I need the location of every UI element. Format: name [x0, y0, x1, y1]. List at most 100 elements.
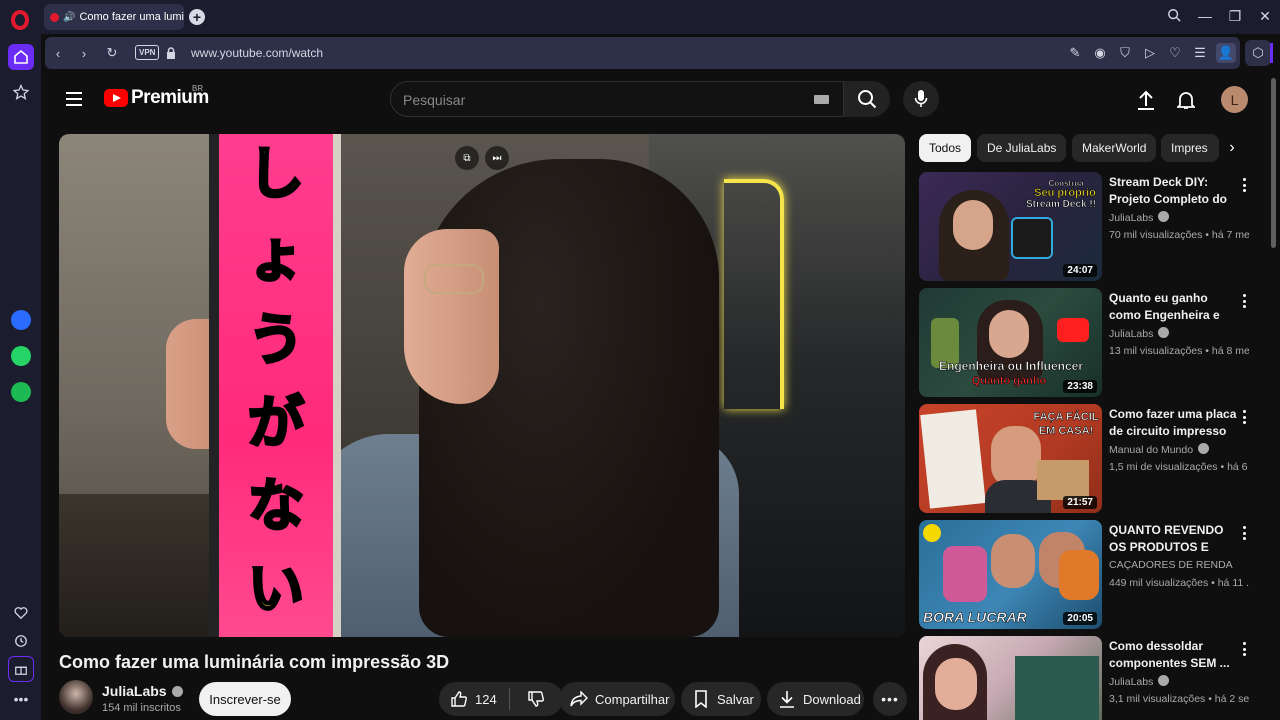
- video-thumbnail[interactable]: [919, 636, 1102, 720]
- keyboard-icon[interactable]: [814, 95, 829, 104]
- verified-icon: [1198, 443, 1210, 454]
- recommended-video[interactable]: Engenheira ou Influencer Quanto ganho 23…: [919, 288, 1264, 398]
- recommended-title[interactable]: Como dessoldar componentes SEM ...: [1109, 638, 1239, 672]
- more-icon[interactable]: •••: [8, 686, 34, 712]
- verified-icon: [1158, 211, 1170, 222]
- more-vert-icon[interactable]: [1240, 524, 1248, 542]
- video-duration: 20:05: [1063, 612, 1097, 625]
- star-icon[interactable]: [8, 79, 34, 105]
- recommended-meta: 1,5 mi de visualizações • há 6 ...: [1109, 461, 1249, 473]
- skip-next-icon[interactable]: ⏭: [485, 146, 509, 170]
- recommended-channel-name: JuliaLabs: [1109, 212, 1154, 224]
- more-vert-icon[interactable]: [1240, 176, 1248, 194]
- download-label: Download: [803, 691, 861, 707]
- more-vert-icon[interactable]: [1240, 292, 1248, 310]
- share-button[interactable]: Compartilhar: [559, 682, 675, 716]
- lock-icon[interactable]: [163, 45, 179, 61]
- country-code: BR: [192, 84, 204, 93]
- video-thumbnail[interactable]: FAÇA FÁCIL EM CASA! 21:57: [919, 404, 1102, 513]
- subscribe-button[interactable]: Inscrever-se: [199, 682, 291, 716]
- recommended-channel[interactable]: Manual do Mundo: [1109, 443, 1210, 456]
- youtube-logo-icon[interactable]: [104, 89, 128, 107]
- recommended-title[interactable]: Como fazer uma placa de circuito impress…: [1109, 406, 1239, 440]
- dislike-button[interactable]: [510, 690, 562, 708]
- back-icon[interactable]: ‹: [50, 45, 66, 61]
- more-vert-icon[interactable]: [1240, 640, 1248, 658]
- recommended-video[interactable]: Como dessoldar componentes SEM ... Julia…: [919, 636, 1264, 720]
- recommended-meta: 70 mil visualizações • há 7 me...: [1109, 229, 1249, 241]
- miniplayer-icon[interactable]: ⧉: [455, 146, 479, 170]
- share-label: Compartilhar: [595, 691, 670, 707]
- chip-from-channel[interactable]: De JuliaLabs: [977, 134, 1067, 162]
- upload-icon[interactable]: [1134, 88, 1158, 112]
- presenter-glasses: [424, 264, 484, 294]
- reload-icon[interactable]: ↻: [104, 45, 120, 61]
- chip-all[interactable]: Todos: [919, 134, 972, 162]
- heart-outline-icon[interactable]: ♡: [1167, 45, 1183, 61]
- extensions-icon[interactable]: ⬡: [1245, 40, 1273, 66]
- recommended-channel[interactable]: JuliaLabs: [1109, 675, 1170, 688]
- home-icon[interactable]: [8, 44, 34, 70]
- chip-makerworld[interactable]: MakerWorld: [1072, 134, 1157, 162]
- channel-name[interactable]: JuliaLabs: [102, 683, 183, 699]
- vpn-badge[interactable]: VPN: [135, 45, 160, 60]
- sign-char: ょ: [247, 225, 306, 291]
- more-vert-icon[interactable]: [1240, 408, 1248, 426]
- forward-icon[interactable]: ›: [76, 45, 92, 61]
- edit-icon[interactable]: ✎: [1067, 45, 1083, 61]
- opera-logo[interactable]: [11, 10, 29, 30]
- maximize-button[interactable]: ❐: [1225, 8, 1245, 25]
- easy-setup-icon[interactable]: ☰: [1192, 45, 1208, 61]
- share-icon: [569, 689, 589, 709]
- recommended-title[interactable]: Quanto eu ganho como Engenheira e Influe…: [1109, 290, 1239, 324]
- save-button[interactable]: Salvar: [681, 682, 761, 716]
- video-duration: 21:57: [1063, 496, 1097, 509]
- search-tabs-icon[interactable]: [1164, 8, 1184, 25]
- browser-tab[interactable]: 🔊 Como fazer uma luminária: [44, 4, 184, 30]
- page-scrollbar[interactable]: [1271, 78, 1276, 248]
- shield-icon[interactable]: ⛉: [1117, 45, 1133, 61]
- address-bar: ‹ › ↻ VPN www.youtube.com/watch ✎ ◉ ⛉ ▷ …: [45, 37, 1240, 69]
- video-thumbnail[interactable]: Engenheira ou Influencer Quanto ganho 23…: [919, 288, 1102, 397]
- recommended-title[interactable]: QUANTO REVENDO OS PRODUTOS E QUAL A...: [1109, 522, 1239, 556]
- recommended-title[interactable]: Stream Deck DIY: Projeto Completo do ...: [1109, 174, 1239, 208]
- neon-light: [724, 179, 784, 409]
- new-tab-button[interactable]: +: [189, 9, 205, 25]
- chip-impressao[interactable]: Impres: [1161, 134, 1219, 162]
- messenger-icon[interactable]: [8, 307, 34, 333]
- video-thumbnail[interactable]: BORA LUCRAR 20:05: [919, 520, 1102, 629]
- search-button[interactable]: [844, 81, 890, 117]
- search-input[interactable]: [403, 90, 793, 110]
- recommended-channel[interactable]: CAÇADORES DE RENDA: [1109, 559, 1233, 571]
- account-avatar[interactable]: L: [1221, 86, 1248, 113]
- thumbnail-text: EM CASA!: [1038, 425, 1094, 437]
- speaker-icon[interactable]: 🔊: [63, 12, 75, 23]
- recommended-channel[interactable]: JuliaLabs: [1109, 211, 1170, 224]
- chevron-right-icon[interactable]: ›: [1221, 137, 1243, 159]
- download-button[interactable]: Download: [767, 682, 864, 716]
- gift-icon[interactable]: [8, 656, 34, 682]
- url-field[interactable]: www.youtube.com/watch: [191, 46, 323, 60]
- spotify-icon[interactable]: [8, 379, 34, 405]
- heart-icon[interactable]: [8, 600, 34, 626]
- recommended-video[interactable]: BORA LUCRAR 20:05 QUANTO REVENDO OS PROD…: [919, 520, 1264, 630]
- like-button[interactable]: 124: [439, 689, 509, 709]
- video-player[interactable]: し ょ う が な い ⧉ ⏭: [59, 134, 905, 637]
- video-thumbnail[interactable]: Construa Seu próprio Stream Deck !! 24:0…: [919, 172, 1102, 281]
- recommended-video[interactable]: FAÇA FÁCIL EM CASA! 21:57 Como fazer uma…: [919, 404, 1264, 514]
- whatsapp-icon[interactable]: [8, 343, 34, 369]
- close-button[interactable]: ✕: [1255, 8, 1275, 25]
- player-icon[interactable]: ▷: [1142, 45, 1158, 61]
- notifications-icon[interactable]: [1174, 88, 1198, 112]
- sign-char: が: [247, 390, 306, 456]
- minimize-button[interactable]: —: [1195, 8, 1215, 24]
- recommended-channel[interactable]: JuliaLabs: [1109, 327, 1170, 340]
- menu-icon[interactable]: [66, 92, 82, 106]
- recommended-video[interactable]: Construa Seu próprio Stream Deck !! 24:0…: [919, 172, 1264, 282]
- profile-icon[interactable]: 👤: [1216, 43, 1236, 63]
- voice-search-button[interactable]: [903, 81, 939, 117]
- channel-avatar[interactable]: [59, 680, 93, 714]
- more-actions-button[interactable]: •••: [873, 682, 907, 716]
- camera-icon[interactable]: ◉: [1092, 45, 1108, 61]
- history-icon[interactable]: [8, 628, 34, 654]
